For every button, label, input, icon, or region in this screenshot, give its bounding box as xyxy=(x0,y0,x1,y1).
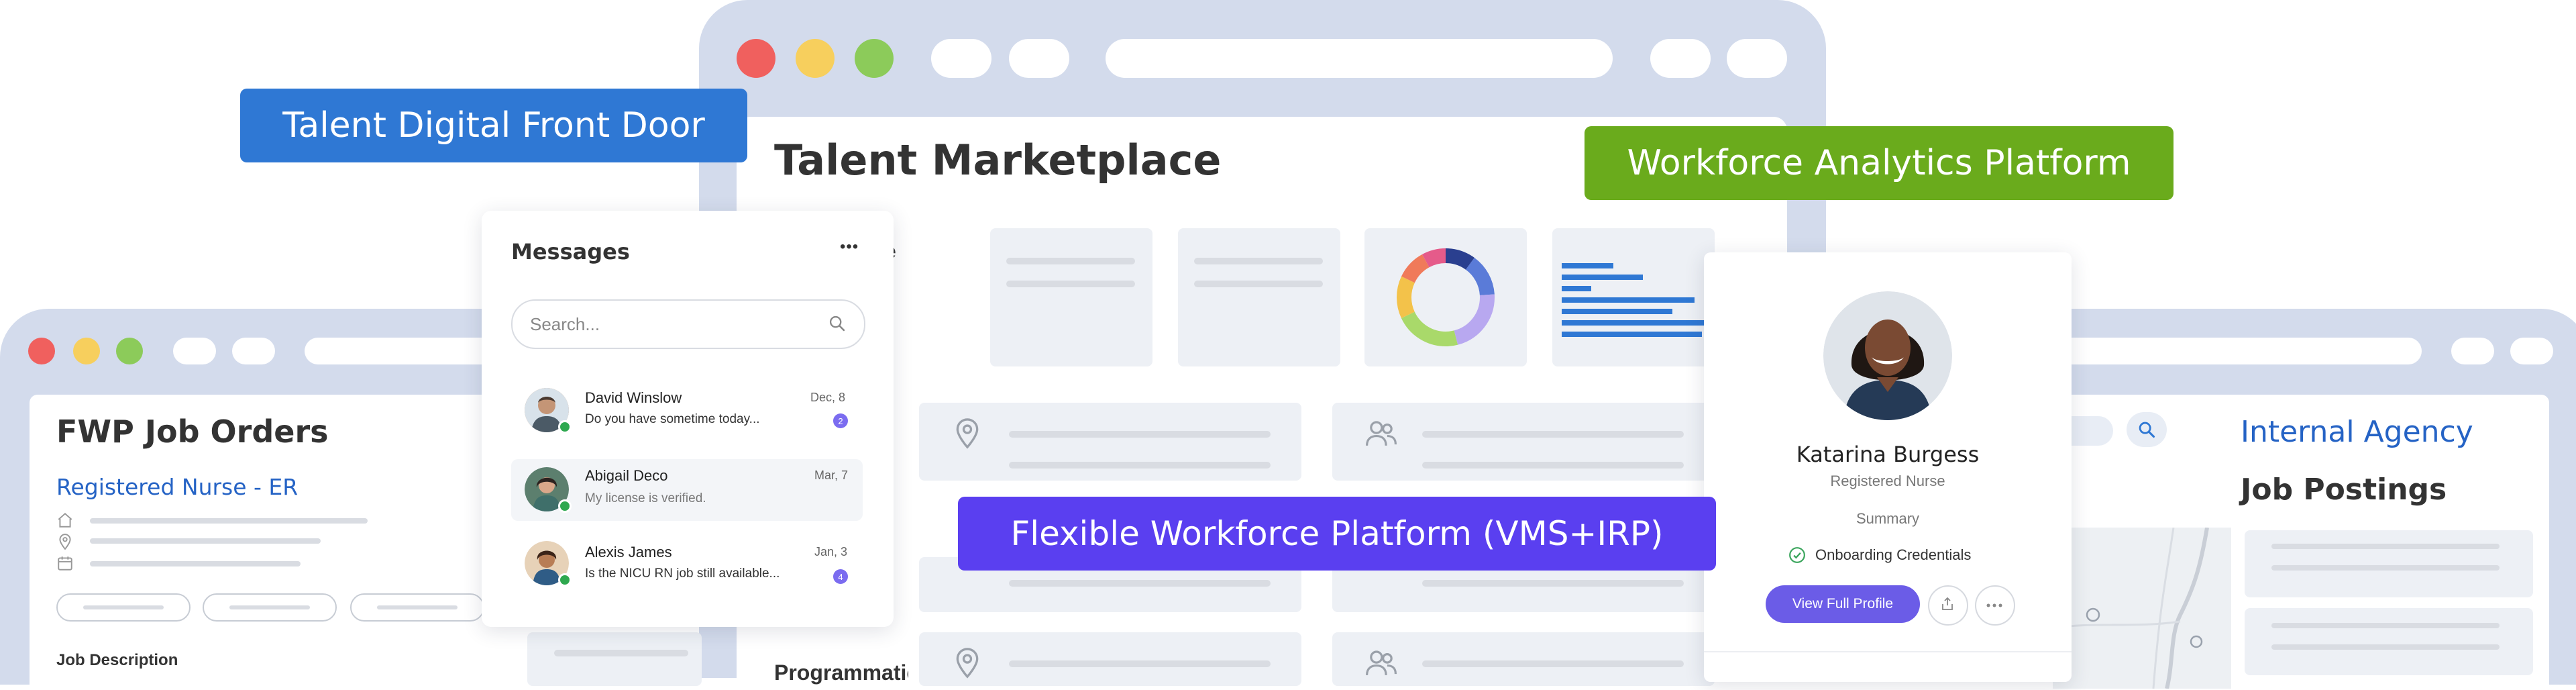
mini-bar xyxy=(1562,309,1672,314)
calendar-icon xyxy=(58,556,72,571)
stat-card[interactable] xyxy=(990,228,1152,366)
location-pin-icon xyxy=(956,648,979,679)
programmatic-label: Programmatic xyxy=(774,660,908,685)
share-button[interactable] xyxy=(1928,585,1968,626)
window-maximize-dot[interactable] xyxy=(116,338,143,364)
window-close-dot[interactable] xyxy=(737,39,775,78)
placeholder-line xyxy=(90,518,368,524)
message-preview: Is the NICU RN job still available... xyxy=(585,566,780,581)
mini-bar xyxy=(1562,297,1695,303)
mini-bar xyxy=(1562,332,1702,337)
unread-badge: 4 xyxy=(833,569,848,584)
window-tab-3[interactable] xyxy=(1650,39,1711,78)
window-close-dot[interactable] xyxy=(28,338,55,364)
donut-chart xyxy=(1397,248,1495,346)
message-preview: My license is verified. xyxy=(585,491,706,505)
search-placeholder: Search... xyxy=(530,314,600,334)
more-options-button[interactable] xyxy=(1975,585,2015,626)
filter-chip[interactable] xyxy=(56,593,191,622)
window-tab-1[interactable] xyxy=(931,39,991,78)
agency-title: Internal Agency xyxy=(2241,415,2473,449)
credential-status: Onboarding Credentials xyxy=(1815,546,1972,563)
message-item[interactable]: Abigail Deco Mar, 7 My license is verifi… xyxy=(511,459,863,521)
mini-bar xyxy=(1562,286,1591,291)
map-view[interactable] xyxy=(2053,528,2231,689)
agency-search-button[interactable] xyxy=(2127,412,2167,447)
placeholder-line xyxy=(90,561,301,566)
profile-photo xyxy=(1823,291,1952,420)
more-horizontal-icon xyxy=(1986,603,2002,607)
message-date: Jan, 3 xyxy=(814,545,848,558)
bar-chart-card[interactable] xyxy=(1552,228,1715,366)
message-item[interactable]: David Winslow Dec, 8 Do you have sometim… xyxy=(511,383,863,450)
flexible-workforce-label: Flexible Workforce Platform (VMS+IRP) xyxy=(958,497,1716,571)
message-preview: Do you have sometime today... xyxy=(585,412,760,426)
window-minimize-dot[interactable] xyxy=(73,338,100,364)
donut-chart-card[interactable] xyxy=(1364,228,1527,366)
home-icon xyxy=(58,512,72,528)
message-item[interactable]: Alexis James Jan, 3 Is the NICU RN job s… xyxy=(511,536,863,603)
online-status-dot xyxy=(558,420,572,434)
candidate-card-people[interactable] xyxy=(1332,632,1715,686)
filter-chip[interactable] xyxy=(350,593,484,622)
mini-bar xyxy=(1562,263,1613,268)
check-circle-icon xyxy=(1789,547,1805,563)
talent-front-door-label: Talent Digital Front Door xyxy=(240,89,747,162)
online-status-dot xyxy=(558,573,572,587)
search-icon xyxy=(2139,422,2155,438)
job-posting-card[interactable] xyxy=(2245,530,2533,597)
location-pin-icon xyxy=(59,534,71,550)
window-tab-2[interactable] xyxy=(1009,39,1069,78)
users-icon xyxy=(1365,421,1397,446)
message-date: Mar, 7 xyxy=(814,469,849,482)
message-sender: Abigail Deco xyxy=(585,467,668,484)
candidate-card-people[interactable] xyxy=(1332,403,1715,481)
job-title-link[interactable]: Registered Nurse - ER xyxy=(56,474,298,500)
view-full-profile-button[interactable]: View Full Profile xyxy=(1766,585,1920,623)
job-posting-card[interactable] xyxy=(2245,608,2533,675)
message-sender: Alexis James xyxy=(585,544,672,560)
profile-role: Registered Nurse xyxy=(1830,473,1945,489)
stat-card[interactable] xyxy=(1178,228,1340,366)
window-maximize-dot[interactable] xyxy=(855,39,894,78)
mini-bar xyxy=(1562,320,1709,326)
messages-more-button[interactable]: ••• xyxy=(840,238,859,256)
mini-bar xyxy=(1562,275,1643,280)
unread-badge: 2 xyxy=(833,413,848,428)
message-date: Dec, 8 xyxy=(810,391,846,404)
summary-label: Summary xyxy=(1856,510,1920,527)
users-icon xyxy=(1365,650,1397,675)
address-bar[interactable] xyxy=(1106,39,1613,78)
messages-title: Messages xyxy=(511,239,630,264)
window-tab-2[interactable] xyxy=(2510,338,2553,364)
address-bar[interactable] xyxy=(2046,338,2422,364)
mini-bar-chart xyxy=(1562,263,1709,337)
job-postings-title: Job Postings xyxy=(2241,473,2447,507)
candidate-card[interactable] xyxy=(527,632,702,686)
profile-name: Katarina Burgess xyxy=(1796,442,1980,467)
window-tab-1[interactable] xyxy=(2451,338,2494,364)
messages-search-input[interactable]: Search... xyxy=(511,299,865,349)
job-description-label: Job Description xyxy=(56,651,178,669)
filter-chip[interactable] xyxy=(203,593,337,622)
window-minimize-dot[interactable] xyxy=(796,39,835,78)
search-icon xyxy=(829,315,845,332)
job-orders-title: FWP Job Orders xyxy=(56,413,329,450)
share-icon xyxy=(1942,597,1953,610)
marketplace-title: Talent Marketplace xyxy=(774,136,1222,185)
window-tab-1[interactable] xyxy=(173,338,216,364)
profile-divider xyxy=(1704,651,2072,652)
workforce-analytics-label: Workforce Analytics Platform xyxy=(1585,126,2174,200)
location-pin-icon xyxy=(956,418,979,449)
candidate-card-location[interactable] xyxy=(919,632,1301,686)
candidate-card-location[interactable] xyxy=(919,403,1301,481)
window-tab-4[interactable] xyxy=(1727,39,1787,78)
online-status-dot xyxy=(558,499,572,513)
message-sender: David Winslow xyxy=(585,389,682,406)
window-tab-2[interactable] xyxy=(232,338,275,364)
placeholder-line xyxy=(90,538,321,544)
